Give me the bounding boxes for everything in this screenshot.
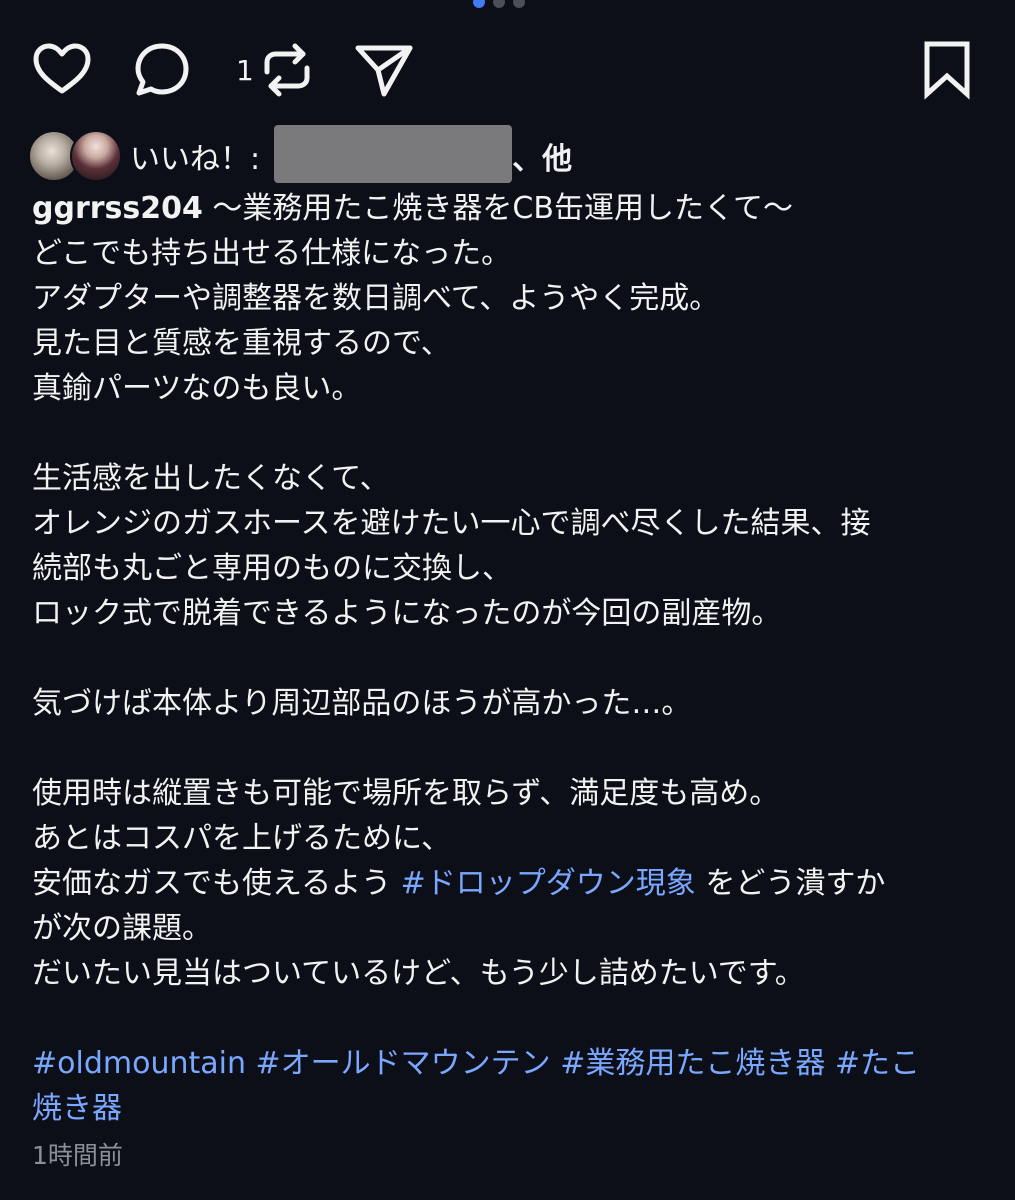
- post-timestamp: 1時間前: [32, 1141, 123, 1170]
- hashtag-link[interactable]: #ドロップダウン現象: [401, 866, 696, 901]
- caption-line: 続部も丸ごと専用のものに交換し、: [32, 551, 512, 586]
- caption-line: どこでも持ち出せる仕様になった。: [32, 236, 512, 271]
- post-action-bar: 1: [30, 38, 979, 102]
- carousel-indicator: [473, 0, 525, 8]
- caption-line: ロック式で脱着できるようになったのが今回の副産物。: [32, 596, 782, 631]
- likes-row[interactable]: いいね！: 、他: [28, 125, 573, 185]
- carousel-dot: [513, 0, 525, 8]
- caption-segment: をどう潰すか: [695, 866, 886, 901]
- hashtag-link[interactable]: #たこ: [835, 1046, 920, 1081]
- caption-line: 使用時は縦置きも可能で場所を取らず、満足度も高め。: [32, 776, 780, 811]
- hashtag-link-continuation[interactable]: 焼き器: [32, 1086, 982, 1131]
- caption-line: 見た目と質感を重視するので、: [32, 326, 451, 361]
- comment-count: 1: [236, 54, 254, 87]
- caption-line: だいたい見当はついているけど、もう少し詰めたいです。: [32, 956, 805, 991]
- hashtag-row: #oldmountain #オールドマウンテン #業務用たこ焼き器 #たこ: [32, 1041, 982, 1086]
- avatar: [70, 130, 122, 182]
- caption-line: が次の課題。: [32, 911, 212, 946]
- caption-line: 気づけば本体より周辺部品のほうが高かった…。: [32, 686, 692, 721]
- likes-suffix: 、他: [512, 142, 573, 177]
- hashtag-link[interactable]: #oldmountain: [32, 1046, 246, 1081]
- caption-line: 真鍮パーツなのも良い。: [32, 371, 362, 406]
- hashtag-link[interactable]: #業務用たこ焼き器: [560, 1046, 825, 1081]
- carousel-dot: [493, 0, 505, 8]
- heart-icon[interactable]: [30, 38, 94, 102]
- caption-line: 生活感を出したくなくて、: [32, 461, 390, 496]
- likes-prefix: いいね！:: [130, 142, 261, 177]
- hashtag-link[interactable]: #オールドマウンテン: [256, 1046, 551, 1081]
- repost-icon[interactable]: [255, 38, 319, 102]
- post-caption: ggrrss204 〜業務用たこ焼き器をCB缶運用したくて〜 どこでも持ち出せる…: [32, 186, 982, 1131]
- post-username[interactable]: ggrrss204: [32, 191, 203, 226]
- redacted-username: [274, 125, 513, 183]
- carousel-dot-active: [473, 0, 485, 8]
- likes-summary: いいね！: 、他: [130, 125, 573, 185]
- liker-avatars: [28, 130, 122, 182]
- comment-icon[interactable]: [130, 38, 194, 102]
- caption-line: オレンジのガスホースを避けたい一心で調べ尽くした結果、接: [32, 506, 871, 541]
- caption-title: 〜業務用たこ焼き器をCB缶運用したくて〜: [202, 191, 794, 226]
- send-icon[interactable]: [352, 38, 416, 102]
- caption-line-with-hashtag: 安価なガスでも使えるよう #ドロップダウン現象 をどう潰すか: [32, 861, 982, 906]
- caption-line: アダプターや調整器を数日調べて、ようやく完成。: [32, 281, 720, 316]
- caption-segment: 安価なガスでも使えるよう: [32, 866, 401, 901]
- caption-line: あとはコスパを上げるために、: [32, 821, 452, 856]
- bookmark-icon[interactable]: [915, 38, 979, 102]
- caption-first-line: ggrrss204 〜業務用たこ焼き器をCB缶運用したくて〜: [32, 186, 982, 231]
